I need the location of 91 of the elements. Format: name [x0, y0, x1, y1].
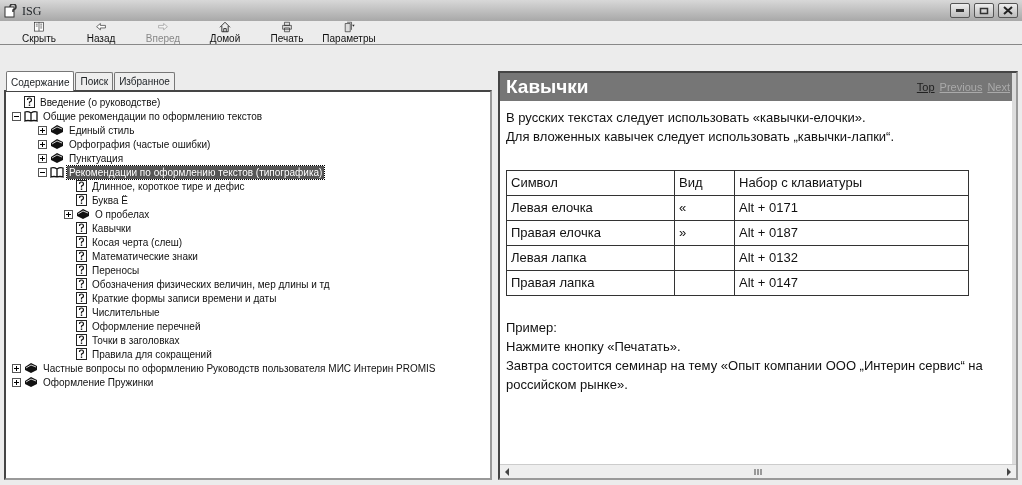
column-header: Вид [674, 170, 735, 196]
expand-icon[interactable] [12, 377, 21, 387]
tree-item[interactable]: Буква Ё [90, 193, 130, 207]
table-cell: Левая елочка [506, 195, 675, 221]
book-icon [50, 138, 64, 150]
toolbar-button[interactable]: Печать [256, 21, 318, 44]
help-app-icon [4, 3, 18, 18]
book-icon [76, 208, 90, 220]
help-topic-icon [76, 236, 87, 248]
book-icon [24, 362, 38, 374]
help-topic-icon [76, 306, 87, 318]
paragraph: Нажмите кнопку «Печатать». [506, 338, 682, 356]
tree-item[interactable]: Точки в заголовках [90, 333, 182, 347]
tree-item[interactable]: Единый стиль [67, 123, 137, 137]
help-topic-icon [76, 194, 87, 206]
expand-icon[interactable] [12, 363, 21, 373]
tree-item[interactable]: Введение (о руководстве) [38, 95, 163, 109]
expand-icon[interactable] [38, 139, 47, 149]
topic-title: Кавычки [506, 74, 589, 99]
tree-item[interactable]: Краткие формы записи времени и даты [90, 291, 279, 305]
vertical-scrollbar[interactable] [1012, 73, 1016, 464]
tree-item[interactable]: Переносы [90, 263, 142, 277]
table-cell: Alt + 0187 [734, 220, 969, 246]
help-topic-icon [76, 180, 87, 192]
scroll-right-icon[interactable] [1006, 467, 1012, 476]
tree-item[interactable]: Оформление Пружинки [41, 375, 156, 389]
grip-icon[interactable] [753, 468, 763, 475]
collapse-icon[interactable] [12, 111, 21, 121]
tree-item[interactable]: Частные вопросы по оформлению Руководств пользователя МИС Интерин PROMIS [41, 361, 438, 375]
expand-icon[interactable] [38, 153, 47, 163]
table-cell: « [674, 195, 735, 221]
tree-item[interactable]: Кавычки [90, 221, 134, 235]
tab[interactable]: Поиск [75, 72, 114, 90]
table-cell: Alt + 0147 [734, 270, 969, 296]
column-header: Символ [506, 170, 675, 196]
scroll-left-icon[interactable] [504, 467, 510, 476]
book-icon [50, 124, 64, 136]
nav-link[interactable]: Top [916, 78, 935, 96]
toolbar-button[interactable]: Назад [70, 21, 132, 44]
window-title: ISG [22, 2, 42, 20]
tree-item[interactable]: Косая черта (слеш) [90, 235, 185, 249]
book-icon [24, 376, 38, 388]
tab[interactable]: Избранное [114, 72, 175, 90]
maximize-icon [979, 6, 989, 15]
tab[interactable]: Содержание [6, 71, 75, 91]
table-cell: Левая лапка [506, 245, 675, 271]
open-book-icon [24, 110, 38, 122]
table-cell: » [674, 220, 735, 246]
tree-item[interactable]: Правила для сокращений [90, 347, 214, 361]
help-topic-icon [76, 348, 87, 360]
expand-icon[interactable] [38, 125, 47, 135]
tree-item[interactable]: О пробелах [93, 207, 152, 221]
toolbar-button[interactable]: Параметры [318, 21, 380, 44]
tree-item[interactable]: Орфография (частые ошибки) [67, 137, 213, 151]
paragraph: В русских текстах следует использовать «кавычки-елочки». [506, 109, 867, 127]
help-topic-icon [76, 292, 87, 304]
table-cell: Alt + 0171 [734, 195, 969, 221]
table-cell: Правая елочка [506, 220, 675, 246]
collapse-icon[interactable] [38, 167, 47, 177]
paragraph: Для вложенных кавычек следует использовать „кавычки-лапки“. [506, 128, 896, 146]
help-topic-icon [76, 320, 87, 332]
tree-item[interactable]: Обозначения физических величин, мер длины и тд [90, 277, 332, 291]
help-topic-icon [76, 334, 87, 346]
tree-item[interactable]: Общие рекомендации по оформлению текстов [41, 109, 265, 123]
paragraph: Пример: [506, 319, 558, 337]
help-topic-icon [76, 250, 87, 262]
horizontal-scrollbar[interactable] [500, 464, 1016, 478]
tree-item[interactable]: Длинное, короткое тире и дефис [90, 179, 247, 193]
toolbar-button[interactable]: Домой [194, 21, 256, 44]
expand-icon[interactable] [64, 209, 73, 219]
minimize-button[interactable] [950, 3, 970, 18]
close-icon [1003, 6, 1013, 15]
table-cell: Правая лапка [506, 270, 675, 296]
maximize-button[interactable] [974, 3, 994, 18]
tree-item[interactable]: Математические знаки [90, 249, 200, 263]
column-header: Набор с клавиатуры [734, 170, 969, 196]
tree-item[interactable]: Оформление перечней [90, 319, 203, 333]
table-cell: Alt + 0132 [734, 245, 969, 271]
paragraph: Завтра состоится семинар на тему «Опыт компании ООО „Интерин сервис“ на российском рынке». [506, 357, 984, 394]
help-topic-icon [76, 222, 87, 234]
tree-item[interactable]: Пунктуация [67, 151, 126, 165]
tree-item[interactable]: Числительные [90, 305, 162, 319]
tree-item[interactable]: Рекомендации по оформлению текстов (типографика) [67, 165, 325, 179]
open-book-icon [50, 166, 64, 178]
help-topic-icon [76, 278, 87, 290]
help-topic-icon [24, 96, 35, 108]
book-icon [50, 152, 64, 164]
toolbar-button[interactable]: Скрыть [8, 21, 70, 44]
help-topic-icon [76, 264, 87, 276]
minimize-icon [956, 9, 964, 12]
close-button[interactable] [998, 3, 1018, 18]
